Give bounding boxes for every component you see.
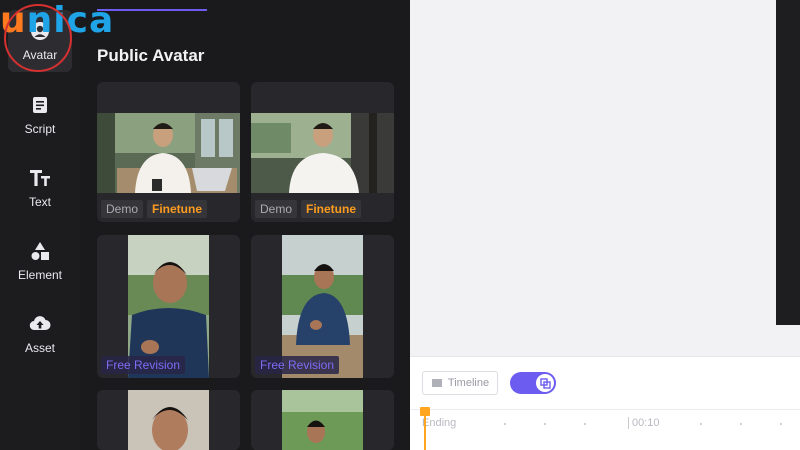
- card-tags: Free Revision: [101, 356, 186, 374]
- script-icon: [29, 94, 51, 116]
- rail-item-label: Text: [28, 195, 51, 209]
- avatar-thumbnail: [282, 390, 363, 450]
- card-tags: Free Revision: [255, 356, 340, 374]
- unica-logo: unica: [0, 0, 115, 41]
- avatar-thumbnail: [251, 113, 394, 193]
- upload-cloud-icon: [29, 313, 51, 335]
- card-tags: Demo Finetune: [255, 200, 362, 218]
- rail-item-label: Script: [24, 122, 56, 136]
- playhead[interactable]: [420, 407, 430, 450]
- tag-demo: Demo: [255, 200, 298, 218]
- rail-item-script[interactable]: Script: [8, 84, 72, 146]
- timeline-button-label: Timeline: [447, 377, 490, 389]
- rail-item-text[interactable]: Text: [8, 157, 72, 219]
- avatar-card[interactable]: [251, 390, 394, 450]
- canvas-preview-edge: [776, 0, 800, 325]
- copy-icon: [539, 377, 551, 389]
- ruler-tick: [504, 423, 506, 425]
- tag-demo: Demo: [101, 200, 144, 218]
- timeline-toggle[interactable]: [510, 372, 556, 394]
- ruler-tick: [544, 423, 546, 425]
- app-window: Avatar Script Text Element Asset Public …: [0, 0, 800, 450]
- text-icon: [29, 167, 51, 189]
- tag-finetune: Finetune: [301, 200, 362, 218]
- avatar-thumbnail: [128, 390, 209, 450]
- panel-title: Public Avatar: [97, 46, 205, 65]
- left-rail: Avatar Script Text Element Asset: [0, 0, 80, 450]
- rail-item-label: Asset: [24, 341, 55, 355]
- ruler-tick: [740, 423, 742, 425]
- avatar-card[interactable]: Demo Finetune: [251, 82, 394, 222]
- avatar-thumbnail: [97, 113, 240, 193]
- clapperboard-icon: [431, 379, 442, 387]
- card-tags: Demo Finetune: [101, 200, 208, 218]
- time-marker: 00:10: [628, 417, 660, 429]
- element-icon: [29, 240, 51, 262]
- rail-item-element[interactable]: Element: [8, 230, 72, 292]
- ruler-tick: [780, 423, 782, 425]
- avatar-card[interactable]: Free Revision: [251, 235, 394, 378]
- timeline-ruler: [410, 409, 800, 410]
- avatar-card[interactable]: [97, 390, 240, 450]
- avatar-card[interactable]: Demo Finetune: [97, 82, 240, 222]
- rail-item-asset[interactable]: Asset: [8, 303, 72, 365]
- tag-finetune: Finetune: [147, 200, 208, 218]
- timeline-button[interactable]: Timeline: [422, 371, 498, 395]
- ruler-tick: [584, 423, 586, 425]
- tag-free-revision: Free Revision: [255, 356, 340, 374]
- rail-item-label: Element: [17, 268, 63, 282]
- avatar-panel: Public Avatar Demo Finetune Demo Finetun…: [80, 0, 410, 450]
- editor-canvas[interactable]: [410, 0, 800, 356]
- ruler-tick: [700, 423, 702, 425]
- avatar-card[interactable]: Free Revision: [97, 235, 240, 378]
- rail-item-label: Avatar: [22, 48, 58, 62]
- timeline-area: Timeline Ending 00:10: [410, 356, 800, 450]
- tag-free-revision: Free Revision: [101, 356, 186, 374]
- toggle-knob: [536, 374, 554, 392]
